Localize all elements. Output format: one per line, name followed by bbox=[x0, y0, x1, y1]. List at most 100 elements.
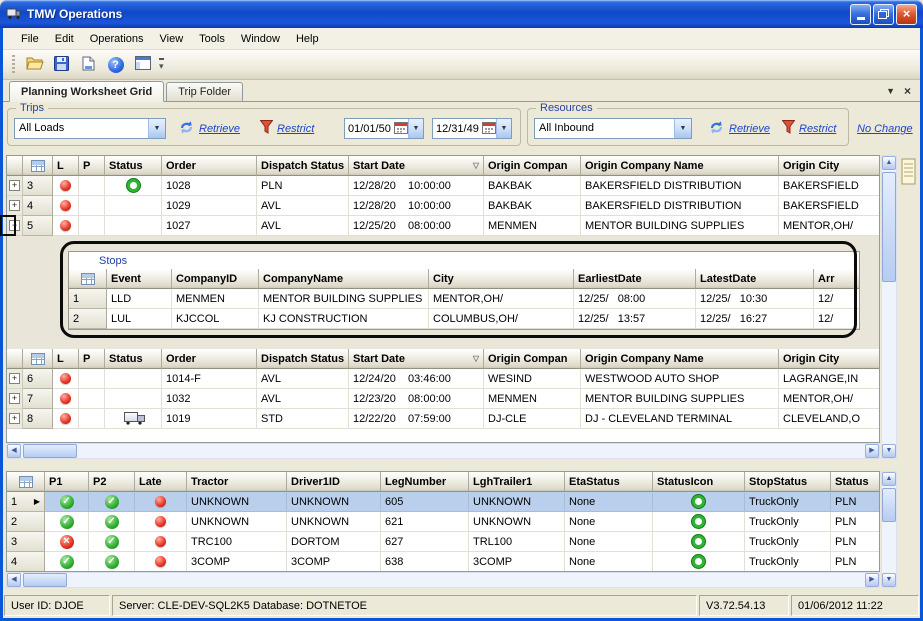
cell[interactable]: UNKNOWN bbox=[187, 512, 287, 532]
cell[interactable]: UNKNOWN bbox=[469, 492, 565, 512]
cell[interactable] bbox=[79, 196, 105, 216]
resources-restrict-link[interactable]: Restrict bbox=[782, 120, 836, 137]
cell[interactable] bbox=[79, 389, 105, 409]
column-header-tractor[interactable]: Tractor bbox=[187, 472, 287, 492]
cell[interactable] bbox=[79, 216, 105, 236]
close-button[interactable]: × bbox=[896, 4, 917, 25]
cell[interactable]: TruckOnly bbox=[745, 512, 831, 532]
cell[interactable]: BAKBAK bbox=[484, 176, 581, 196]
help-button[interactable]: ? bbox=[103, 53, 128, 77]
cell[interactable]: COLUMBUS,OH/ bbox=[429, 309, 574, 329]
cell[interactable]: WESIND bbox=[484, 369, 581, 389]
trips-filter-combobox[interactable]: All Loads ▼ bbox=[14, 118, 166, 139]
cell[interactable] bbox=[45, 492, 89, 512]
column-header-origin-city[interactable]: Origin City bbox=[779, 156, 880, 176]
column-header-dispatch-status[interactable]: Dispatch Status bbox=[257, 156, 349, 176]
column-header-status[interactable]: Status bbox=[105, 349, 162, 369]
cell[interactable]: 627 bbox=[381, 532, 469, 552]
column-header-p[interactable]: P bbox=[79, 156, 105, 176]
cell[interactable] bbox=[105, 216, 162, 236]
cell[interactable] bbox=[105, 196, 162, 216]
column-header-etastatus[interactable]: EtaStatus bbox=[565, 472, 653, 492]
cell[interactable]: BAKERSFIELD DISTRIBUTION bbox=[581, 176, 779, 196]
cell[interactable]: AVL bbox=[257, 216, 349, 236]
cell[interactable]: MENMEN bbox=[172, 289, 259, 309]
scroll-thumb[interactable] bbox=[23, 573, 67, 587]
cell[interactable]: 1 bbox=[69, 289, 107, 309]
cell[interactable]: 3COMP bbox=[287, 552, 381, 572]
column-header-city[interactable]: City bbox=[429, 269, 574, 289]
scroll-thumb[interactable] bbox=[882, 172, 896, 282]
column-header-companyid[interactable]: CompanyID bbox=[172, 269, 259, 289]
cell[interactable]: MENMEN bbox=[484, 389, 581, 409]
column-header-order[interactable]: Order bbox=[162, 156, 257, 176]
tab-close-icon[interactable]: × bbox=[904, 86, 911, 96]
cell[interactable]: LUL bbox=[107, 309, 172, 329]
column-header-corner[interactable] bbox=[23, 156, 53, 176]
cell[interactable]: AVL bbox=[257, 389, 349, 409]
cell[interactable]: 12/23/20 08:00:00 bbox=[349, 389, 484, 409]
scroll-thumb[interactable] bbox=[882, 488, 896, 522]
table-row[interactable]: +31028PLN12/28/20 10:00:00BAKBAKBAKERSFI… bbox=[7, 176, 879, 196]
cell[interactable]: 12/25/ 16:27 bbox=[696, 309, 814, 329]
cell[interactable]: PLN bbox=[831, 532, 880, 552]
cell[interactable] bbox=[45, 512, 89, 532]
expand-button[interactable]: + bbox=[9, 180, 20, 191]
cell[interactable]: 1029 bbox=[162, 196, 257, 216]
cell[interactable]: TruckOnly bbox=[745, 552, 831, 572]
cell[interactable]: 2 bbox=[7, 512, 45, 532]
cell[interactable]: MENTOR,OH/ bbox=[429, 289, 574, 309]
cell[interactable] bbox=[45, 552, 89, 572]
menu-item-window[interactable]: Window bbox=[233, 30, 288, 48]
cell[interactable]: 12/25/20 08:00:00 bbox=[349, 216, 484, 236]
cell[interactable] bbox=[53, 176, 79, 196]
collapse-button[interactable]: − bbox=[9, 220, 20, 231]
cell[interactable]: 1032 bbox=[162, 389, 257, 409]
cell[interactable]: 5 bbox=[23, 216, 53, 236]
table-row[interactable]: +41029AVL12/28/20 10:00:00BAKBAKBAKERSFI… bbox=[7, 196, 879, 216]
cell[interactable]: BAKERSFIELD bbox=[779, 176, 880, 196]
table-row[interactable]: 2UNKNOWNUNKNOWN621UNKNOWNNoneTruckOnlyPL… bbox=[7, 512, 879, 532]
column-header-lghtrailer1[interactable]: LghTrailer1 bbox=[469, 472, 565, 492]
cell[interactable] bbox=[89, 512, 135, 532]
cell[interactable] bbox=[653, 532, 745, 552]
cell[interactable] bbox=[105, 176, 162, 196]
cell[interactable]: 3 bbox=[23, 176, 53, 196]
resources-retrieve-link[interactable]: Retrieve bbox=[708, 120, 770, 138]
menu-item-view[interactable]: View bbox=[152, 30, 192, 48]
column-header-status[interactable]: Status bbox=[831, 472, 880, 492]
table-row[interactable]: +61014-FAVL12/24/20 03:46:00WESINDWESTWO… bbox=[7, 369, 879, 389]
trips-restrict-link[interactable]: Restrict bbox=[260, 120, 314, 137]
scroll-thumb[interactable] bbox=[23, 444, 77, 458]
cell[interactable]: + bbox=[7, 369, 23, 389]
cell[interactable]: PLN bbox=[831, 512, 880, 532]
column-header-dispatch-status[interactable]: Dispatch Status bbox=[257, 349, 349, 369]
save-button[interactable] bbox=[49, 53, 74, 77]
cell[interactable] bbox=[105, 409, 162, 429]
forms-button[interactable] bbox=[130, 53, 155, 77]
tab-trip-folder[interactable]: Trip Folder bbox=[166, 82, 243, 101]
table-row[interactable]: 1LLDMENMENMENTOR BUILDING SUPPLIESMENTOR… bbox=[69, 289, 859, 309]
cell[interactable]: 3 bbox=[7, 532, 45, 552]
combo-dropdown-icon[interactable]: ▼ bbox=[674, 119, 691, 138]
cell[interactable] bbox=[53, 369, 79, 389]
column-header-corner[interactable] bbox=[7, 156, 23, 176]
menu-item-tools[interactable]: Tools bbox=[191, 30, 233, 48]
table-row[interactable]: 43COMP3COMP6383COMPNoneTruckOnlyPLN bbox=[7, 552, 879, 572]
cell[interactable]: PLN bbox=[257, 176, 349, 196]
cell[interactable]: UNKNOWN bbox=[287, 512, 381, 532]
cell[interactable] bbox=[135, 532, 187, 552]
cell[interactable] bbox=[79, 409, 105, 429]
cell[interactable]: DORTOM bbox=[287, 532, 381, 552]
column-header-status[interactable]: Status bbox=[105, 156, 162, 176]
title-bar[interactable]: TMW Operations × bbox=[0, 0, 923, 28]
cell[interactable]: 4 bbox=[23, 196, 53, 216]
date-dropdown-icon[interactable]: ▼ bbox=[496, 119, 511, 138]
cell[interactable] bbox=[89, 552, 135, 572]
column-header-corner[interactable] bbox=[69, 269, 107, 289]
cell[interactable]: TruckOnly bbox=[745, 492, 831, 512]
cell[interactable]: 6 bbox=[23, 369, 53, 389]
cell[interactable] bbox=[89, 532, 135, 552]
toolbar-overflow-button[interactable]: ▾ bbox=[159, 58, 164, 72]
cell[interactable]: 12/28/20 10:00:00 bbox=[349, 176, 484, 196]
